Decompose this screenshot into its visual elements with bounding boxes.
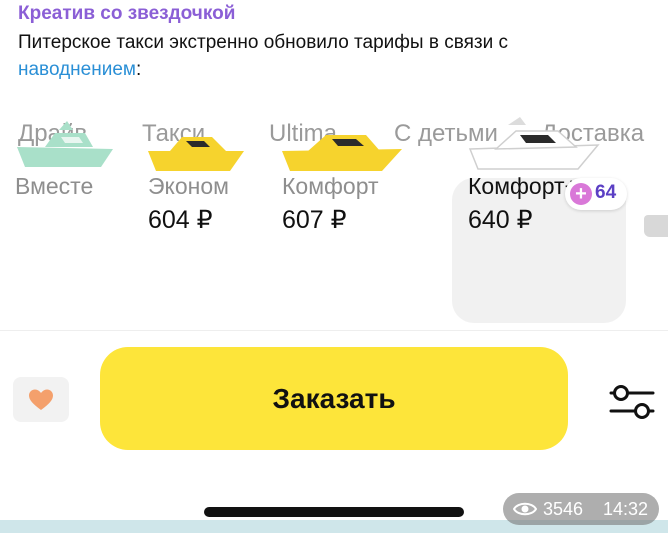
next-tariff-peek (644, 215, 668, 237)
tariff-price: 607 ₽ (282, 206, 347, 234)
message-body: Питерское такси экстренно обновило тариф… (18, 32, 509, 53)
tariff-price: 640 ₽ (468, 206, 533, 234)
filters-icon[interactable] (609, 383, 655, 421)
message-link[interactable]: наводнением (18, 59, 136, 80)
tariff-name: Комфорт+ (468, 173, 578, 199)
message-time: 14:32 (603, 499, 649, 519)
order-button[interactable]: Заказать (100, 347, 568, 450)
channel-name[interactable]: Креатив со звездочкой (18, 2, 658, 26)
message-text: Питерское такси экстренно обновило тариф… (18, 29, 658, 83)
tariff-name: Вместе (15, 173, 94, 199)
heart-icon (29, 389, 53, 410)
boat-icon (17, 121, 113, 167)
tariff-name: Эконом (148, 173, 229, 199)
message-body-tail: : (135, 59, 142, 80)
badge-value: 64 (595, 182, 617, 203)
order-button-label: Заказать (272, 382, 396, 414)
boat-icon (148, 137, 244, 171)
message-stats: 3546 14:32 (503, 493, 659, 525)
favorite-button[interactable] (13, 377, 69, 422)
tariff-price: 604 ₽ (148, 206, 213, 234)
tariff-name: Комфорт (282, 173, 379, 199)
boat-icon (282, 135, 402, 171)
bonus-badge: + 64 (565, 178, 627, 210)
message-header: Креатив со звездочкой Питерское такси эк… (18, 2, 658, 83)
plus-icon: + (570, 183, 592, 205)
eye-icon (513, 502, 537, 516)
view-count: 3546 (543, 499, 584, 519)
boat-icon (468, 117, 600, 170)
divider (0, 330, 668, 331)
home-indicator (204, 507, 464, 517)
